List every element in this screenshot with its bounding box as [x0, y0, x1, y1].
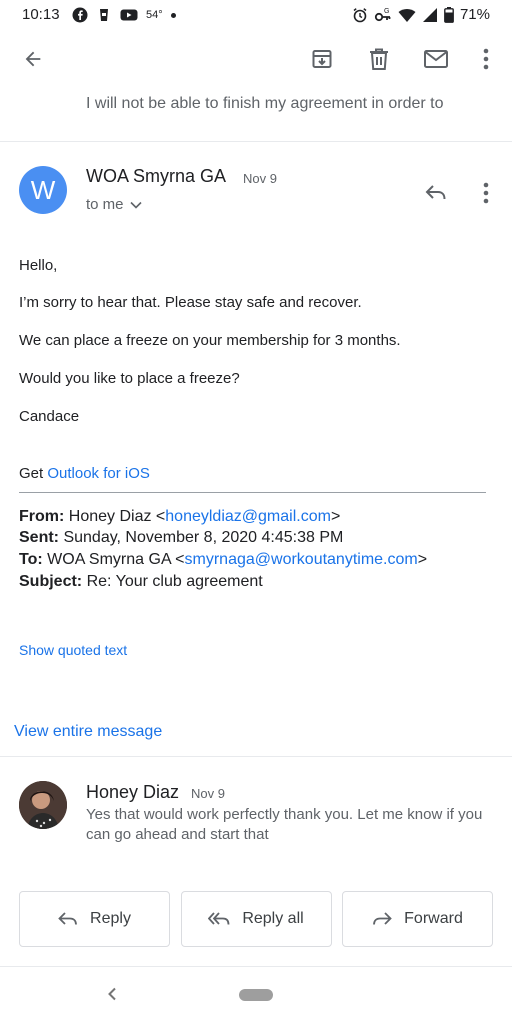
divider — [0, 756, 512, 757]
reply-sender-avatar[interactable] — [19, 781, 67, 829]
to-email-link[interactable]: smyrnaga@workoutanytime.com — [185, 551, 418, 568]
status-bar: 10:13 54° G 71% — [0, 0, 512, 30]
archive-icon[interactable] — [307, 44, 337, 74]
delete-icon[interactable] — [364, 44, 394, 74]
forwarded-sent: Sent: Sunday, November 8, 2020 4:45:38 P… — [19, 529, 343, 547]
nav-back-icon[interactable] — [101, 983, 123, 1005]
nav-home-pill[interactable] — [239, 989, 273, 1001]
signature-prefix: Get — [19, 465, 48, 482]
reply-all-label: Reply all — [242, 910, 304, 927]
reply-date: Nov 9 — [191, 786, 225, 801]
show-quoted-text-link[interactable]: Show quoted text — [19, 642, 127, 658]
message-more-vert-icon[interactable] — [472, 178, 500, 208]
forwarded-subject: Subject: Re: Your club agreement — [19, 573, 263, 591]
sent-value: Sunday, November 8, 2020 4:45:38 PM — [63, 529, 344, 546]
body-line: Hello, — [19, 257, 58, 274]
reply-all-button[interactable]: Reply all — [180, 891, 332, 947]
battery-icon — [444, 6, 454, 23]
wifi-icon — [398, 8, 416, 22]
from-label: From: — [19, 508, 65, 525]
body-line: Would you like to place a freeze? — [19, 370, 240, 387]
sent-label: Sent: — [19, 529, 59, 546]
to-label: To: — [19, 551, 43, 568]
divider — [19, 492, 486, 493]
status-right-icons: G 71% — [352, 6, 490, 23]
reply-all-icon — [208, 912, 230, 925]
alarm-icon — [353, 7, 367, 22]
reply-label: Reply — [90, 910, 131, 927]
subject-value: Re: Your club agreement — [86, 573, 263, 590]
forward-label: Forward — [404, 910, 463, 927]
message-date: Nov 9 — [243, 171, 277, 186]
status-temperature: 54° — [146, 9, 163, 21]
system-nav-bar — [0, 967, 512, 1024]
forwarded-to: To: WOA Smyrna GA <smyrnaga@workoutanyti… — [19, 551, 427, 569]
previous-message-collapsed[interactable]: I will not be able to finish my agreemen… — [0, 92, 512, 142]
recipient-label: to me — [86, 196, 124, 213]
previous-message-snippet: I will not be able to finish my agreemen… — [86, 95, 444, 112]
reply-sender-name: Honey Diaz — [86, 782, 180, 802]
body-line: I’m sorry to hear that. Please stay safe… — [19, 294, 362, 311]
from-name: Honey Diaz < — [68, 508, 166, 525]
outlook-signature: Get Outlook for iOS — [19, 465, 150, 482]
reply-icon[interactable] — [421, 178, 451, 208]
sender-avatar[interactable]: W — [19, 166, 67, 214]
forward-button[interactable]: Forward — [342, 891, 493, 947]
reply-icon — [58, 912, 77, 925]
to-suffix: > — [417, 551, 428, 568]
body-signature-name: Candace — [19, 408, 80, 425]
sender-name: WOA Smyrna GA — [86, 166, 227, 186]
svg-text:G: G — [384, 8, 389, 15]
status-time: 10:13 — [22, 6, 60, 23]
battery-percent: 71% — [459, 6, 490, 23]
message-header: W WOA Smyrna GA Nov 9 to me — [0, 150, 512, 230]
back-arrow-icon[interactable] — [18, 44, 48, 74]
recipient-details-toggle[interactable]: to me — [86, 196, 142, 213]
message-actions: Reply Reply all Forward — [19, 891, 493, 947]
chevron-down-icon — [129, 201, 142, 209]
app-toolbar — [0, 30, 512, 92]
to-name: WOA Smyrna GA < — [47, 551, 185, 568]
subject-label: Subject: — [19, 573, 83, 590]
vpn-key-icon: G — [374, 8, 391, 21]
reply-snippet[interactable]: Yes that would work perfectly thank you.… — [86, 805, 496, 845]
facebook-icon — [72, 7, 88, 23]
from-email-link[interactable]: honeyldiaz@gmail.com — [165, 508, 331, 525]
forwarded-from: From: Honey Diaz <honeyldiaz@gmail.com> — [19, 508, 340, 526]
view-entire-message-link[interactable]: View entire message — [14, 723, 162, 741]
cup-icon — [100, 9, 108, 21]
mark-unread-icon[interactable] — [421, 44, 451, 74]
signal-icon — [422, 7, 437, 22]
from-suffix: > — [330, 508, 341, 525]
youtube-icon — [120, 9, 138, 21]
notification-dot-icon — [170, 12, 176, 18]
more-vert-icon[interactable] — [471, 44, 501, 74]
forward-icon — [373, 912, 392, 925]
body-line: We can place a freeze on your membership… — [19, 332, 401, 349]
reply-button[interactable]: Reply — [19, 891, 170, 947]
outlook-ios-link[interactable]: Outlook for iOS — [47, 465, 150, 482]
status-left-icons: 54° — [72, 7, 176, 23]
